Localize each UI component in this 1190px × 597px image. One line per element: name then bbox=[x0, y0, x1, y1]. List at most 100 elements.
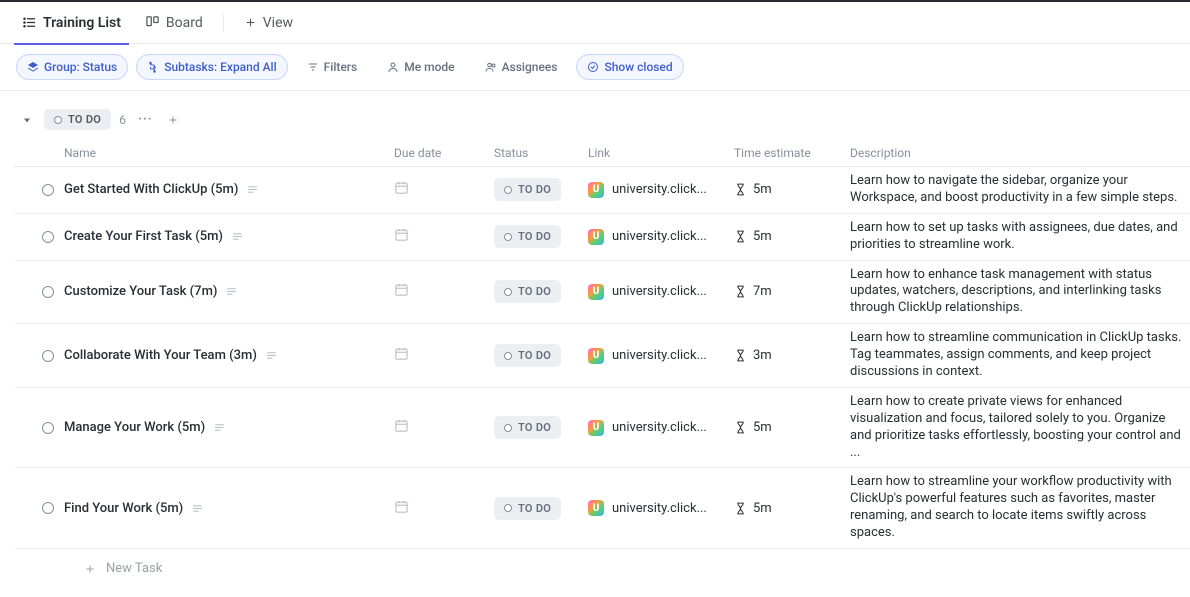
status-badge[interactable]: TO DO bbox=[494, 280, 561, 303]
table-row[interactable]: Create Your First Task (5m) TO DO U univ… bbox=[14, 214, 1190, 261]
calendar-icon[interactable] bbox=[394, 499, 409, 514]
group-add-button[interactable] bbox=[165, 112, 181, 128]
table-row[interactable]: Collaborate With Your Team (3m) TO DO U … bbox=[14, 324, 1190, 388]
col-description[interactable]: Description bbox=[850, 146, 1190, 160]
col-status[interactable]: Status bbox=[494, 146, 588, 160]
subtasks-label: Subtasks: Expand All bbox=[164, 60, 276, 74]
status-circle-icon[interactable] bbox=[42, 502, 54, 514]
description-cell[interactable]: Learn how to set up tasks with assignees… bbox=[850, 214, 1190, 260]
time-estimate-value: 5m bbox=[753, 501, 772, 516]
col-link[interactable]: Link bbox=[588, 146, 734, 160]
description-icon bbox=[246, 183, 259, 196]
subtasks-pill[interactable]: Subtasks: Expand All bbox=[136, 54, 287, 80]
table-row[interactable]: Customize Your Task (7m) TO DO U univers… bbox=[14, 261, 1190, 325]
table-row[interactable]: Manage Your Work (5m) TO DO U university… bbox=[14, 388, 1190, 469]
tab-board[interactable]: Board bbox=[137, 2, 211, 44]
time-estimate-cell[interactable]: 5m bbox=[734, 420, 850, 435]
description-cell[interactable]: Learn how to create private views for en… bbox=[850, 388, 1190, 468]
status-badge[interactable]: TO DO bbox=[494, 178, 561, 201]
time-estimate-cell[interactable]: 7m bbox=[734, 284, 850, 299]
task-name[interactable]: Collaborate With Your Team (3m) bbox=[64, 348, 257, 363]
status-dot-icon bbox=[504, 424, 512, 432]
filters-pill[interactable]: Filters bbox=[296, 54, 369, 80]
status-badge[interactable]: TO DO bbox=[494, 416, 561, 439]
link-cell[interactable]: U university.click... bbox=[588, 348, 734, 364]
time-estimate-cell[interactable]: 5m bbox=[734, 182, 850, 197]
status-badge-label: TO DO bbox=[518, 183, 551, 196]
description-cell[interactable]: Learn how to enhance task management wit… bbox=[850, 261, 1190, 324]
time-estimate-value: 7m bbox=[753, 284, 772, 299]
table-row[interactable]: Find Your Work (5m) TO DO U university.c… bbox=[14, 468, 1190, 549]
status-circle-icon[interactable] bbox=[42, 184, 54, 196]
clickup-u-icon: U bbox=[588, 348, 604, 364]
show-closed-label: Show closed bbox=[604, 60, 672, 74]
new-task-button[interactable]: New Task bbox=[14, 549, 1190, 588]
table-row[interactable]: Get Started With ClickUp (5m) TO DO U un… bbox=[14, 167, 1190, 214]
tab-training-list-label: Training List bbox=[43, 15, 121, 31]
time-estimate-cell[interactable]: 3m bbox=[734, 348, 850, 363]
status-circle-icon[interactable] bbox=[42, 350, 54, 362]
status-dot-icon bbox=[504, 233, 512, 241]
plus-icon bbox=[84, 563, 96, 575]
link-text: university.click... bbox=[612, 229, 707, 244]
group-status-label: Group: Status bbox=[44, 60, 117, 74]
group-count: 6 bbox=[119, 113, 126, 127]
assignees-pill[interactable]: Assignees bbox=[474, 54, 569, 80]
collapse-toggle[interactable] bbox=[18, 111, 36, 129]
status-badge-label: TO DO bbox=[518, 230, 551, 243]
group-status-pill[interactable]: Group: Status bbox=[16, 54, 128, 80]
col-name[interactable]: Name bbox=[64, 146, 394, 160]
task-name[interactable]: Manage Your Work (5m) bbox=[64, 420, 205, 435]
clickup-u-icon: U bbox=[588, 420, 604, 436]
task-name[interactable]: Create Your First Task (5m) bbox=[64, 229, 223, 244]
description-icon bbox=[213, 421, 226, 434]
clickup-u-icon: U bbox=[588, 182, 604, 198]
status-dot-icon bbox=[504, 352, 512, 360]
add-view-button[interactable]: View bbox=[236, 2, 301, 44]
show-closed-pill[interactable]: Show closed bbox=[576, 54, 683, 80]
status-badge[interactable]: TO DO bbox=[494, 344, 561, 367]
new-task-label: New Task bbox=[106, 561, 162, 576]
filter-icon bbox=[307, 61, 319, 73]
me-mode-pill[interactable]: Me mode bbox=[376, 54, 465, 80]
description-cell[interactable]: Learn how to streamline your workflow pr… bbox=[850, 468, 1190, 548]
status-badge[interactable]: TO DO bbox=[494, 497, 561, 520]
link-cell[interactable]: U university.click... bbox=[588, 420, 734, 436]
status-badge-label: TO DO bbox=[518, 349, 551, 362]
description-icon bbox=[225, 285, 238, 298]
status-badge-label: TO DO bbox=[518, 421, 551, 434]
assignees-label: Assignees bbox=[502, 60, 558, 74]
link-cell[interactable]: U university.click... bbox=[588, 182, 734, 198]
time-estimate-value: 5m bbox=[753, 420, 772, 435]
status-circle-icon[interactable] bbox=[42, 286, 54, 298]
description-icon bbox=[231, 230, 244, 243]
link-cell[interactable]: U university.click... bbox=[588, 229, 734, 245]
group-header: TO DO 6 ··· bbox=[14, 105, 1190, 134]
tab-training-list[interactable]: Training List bbox=[14, 2, 129, 44]
status-badge[interactable]: TO DO bbox=[494, 225, 561, 248]
calendar-icon[interactable] bbox=[394, 282, 409, 297]
time-estimate-cell[interactable]: 5m bbox=[734, 229, 850, 244]
col-time-estimate[interactable]: Time estimate bbox=[734, 146, 850, 160]
col-due-date[interactable]: Due date bbox=[394, 146, 494, 160]
status-circle-icon[interactable] bbox=[42, 231, 54, 243]
group-status-chip[interactable]: TO DO bbox=[44, 109, 111, 130]
time-estimate-cell[interactable]: 5m bbox=[734, 501, 850, 516]
calendar-icon[interactable] bbox=[394, 227, 409, 242]
group-more-button[interactable]: ··· bbox=[134, 112, 157, 127]
plus-icon bbox=[244, 16, 257, 29]
description-cell[interactable]: Learn how to navigate the sidebar, organ… bbox=[850, 167, 1190, 213]
link-cell[interactable]: U university.click... bbox=[588, 500, 734, 516]
task-name[interactable]: Customize Your Task (7m) bbox=[64, 284, 217, 299]
board-icon bbox=[145, 15, 160, 30]
clickup-u-icon: U bbox=[588, 500, 604, 516]
calendar-icon[interactable] bbox=[394, 418, 409, 433]
calendar-icon[interactable] bbox=[394, 180, 409, 195]
status-circle-icon[interactable] bbox=[42, 422, 54, 434]
description-cell[interactable]: Learn how to streamline communication in… bbox=[850, 324, 1190, 387]
task-name[interactable]: Get Started With ClickUp (5m) bbox=[64, 182, 238, 197]
link-cell[interactable]: U university.click... bbox=[588, 284, 734, 300]
calendar-icon[interactable] bbox=[394, 346, 409, 361]
hourglass-icon bbox=[734, 349, 747, 362]
task-name[interactable]: Find Your Work (5m) bbox=[64, 501, 183, 516]
